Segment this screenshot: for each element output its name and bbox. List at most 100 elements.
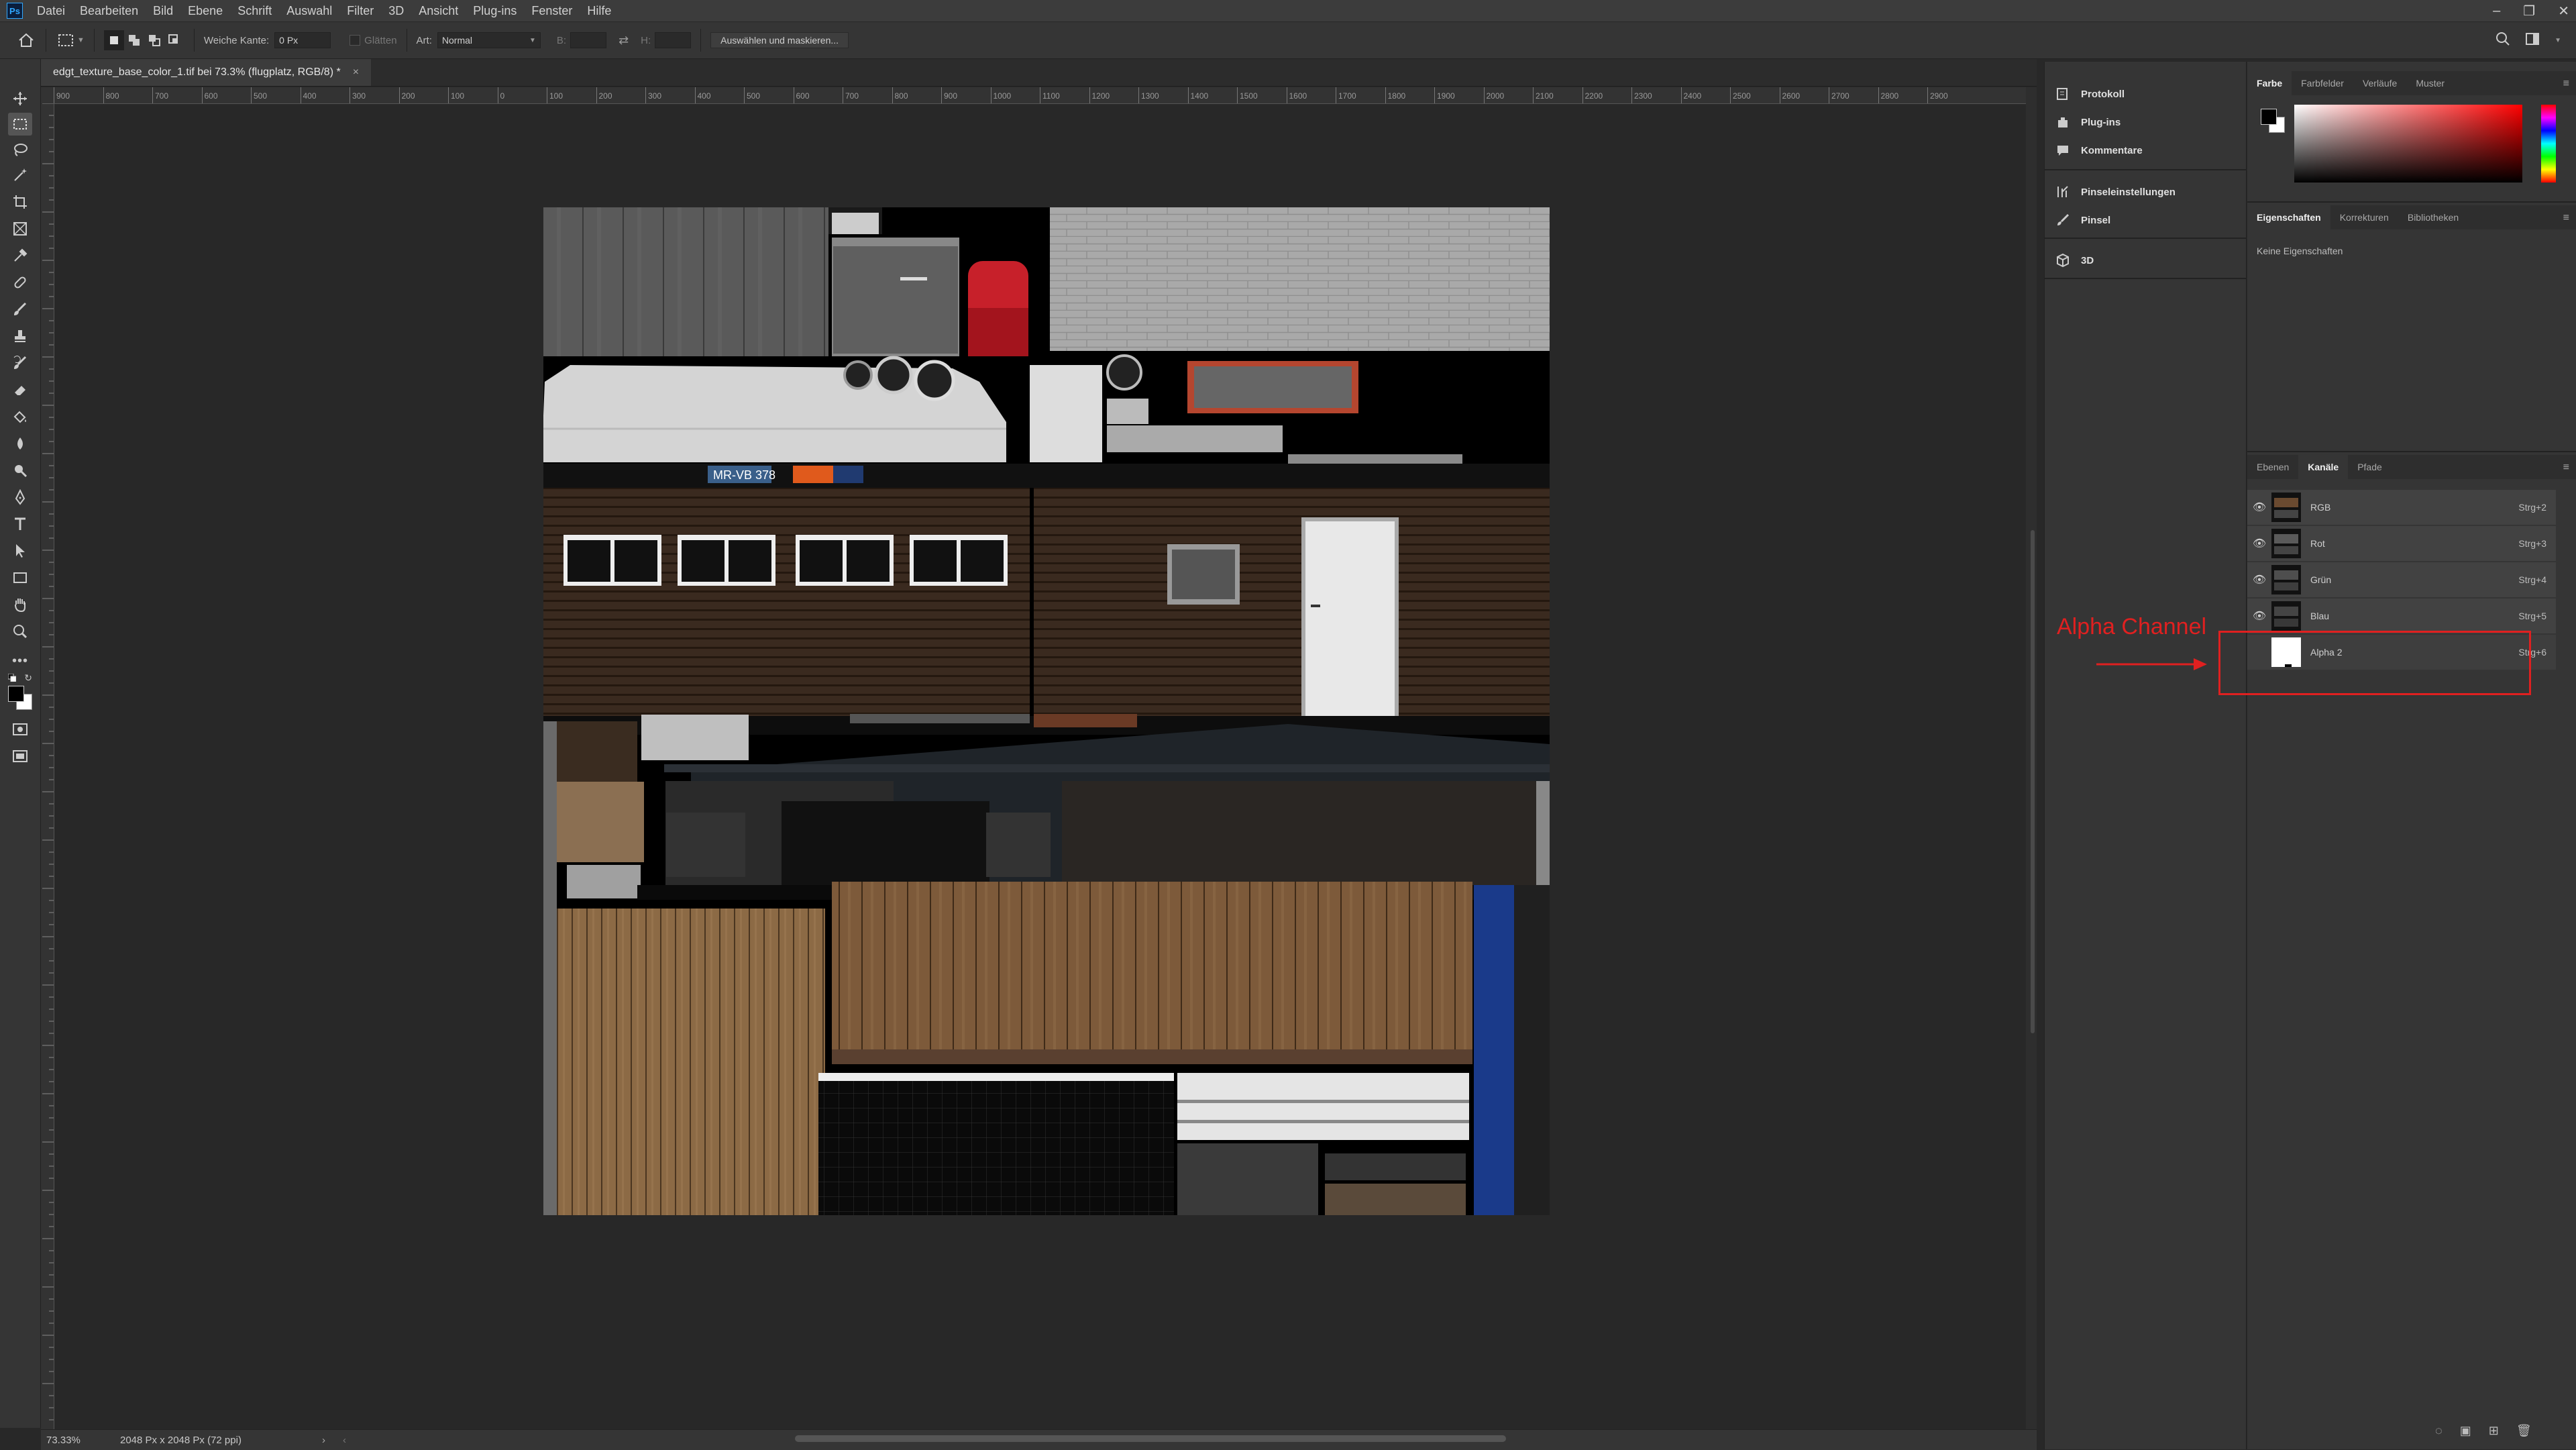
menu-filter[interactable]: Filter xyxy=(339,4,381,18)
new-selection-icon[interactable] xyxy=(103,30,124,50)
menu-bild[interactable]: Bild xyxy=(146,4,180,18)
panel-3d[interactable]: 3D xyxy=(2055,248,2094,272)
minimize-icon[interactable]: – xyxy=(2493,3,2500,19)
frame-tool-icon[interactable] xyxy=(8,217,32,240)
tab-muster[interactable]: Muster xyxy=(2406,71,2454,95)
visibility-eye-icon[interactable]: 👁 xyxy=(2247,573,2271,586)
tab-verlaeufe[interactable]: Verläufe xyxy=(2353,71,2406,95)
chevron-down-icon[interactable]: ▼ xyxy=(77,36,85,44)
width-input[interactable] xyxy=(570,32,607,48)
channel-row-rgb[interactable]: 👁 RGB Strg+2 xyxy=(2247,490,2556,526)
screen-mode-icon[interactable] xyxy=(8,745,32,768)
channel-row-blau[interactable]: 👁 Blau Strg+5 xyxy=(2247,599,2556,635)
horizontal-scrollbar-thumb[interactable] xyxy=(795,1435,1506,1442)
crop-tool-icon[interactable] xyxy=(8,191,32,213)
restore-icon[interactable]: ❐ xyxy=(2523,3,2535,19)
panel-pinsel[interactable]: Pinsel xyxy=(2055,208,2110,232)
tab-kanaele[interactable]: Kanäle xyxy=(2298,455,2349,479)
eyedropper-tool-icon[interactable] xyxy=(8,244,32,267)
lasso-tool-icon[interactable] xyxy=(8,138,32,161)
tab-farbe[interactable]: Farbe xyxy=(2247,71,2292,95)
select-and-mask-button[interactable]: Auswählen und maskieren... xyxy=(710,32,849,48)
panel-menu-icon[interactable]: ≡ xyxy=(2563,212,2569,224)
visibility-eye-icon[interactable]: 👁 xyxy=(2247,537,2271,550)
healing-brush-tool-icon[interactable] xyxy=(8,271,32,294)
photoshop-logo-icon[interactable]: Ps xyxy=(7,3,23,19)
style-select[interactable]: Normal ▼ xyxy=(437,32,541,48)
horizontal-ruler[interactable]: 900 800 700 600 500 400 300 200 100 0 100 200 300 400… xyxy=(54,87,2026,104)
vertical-ruler[interactable] xyxy=(41,103,54,1432)
tab-pfade[interactable]: Pfade xyxy=(2348,455,2392,479)
search-icon[interactable] xyxy=(2496,32,2510,49)
hue-slider[interactable] xyxy=(2541,105,2556,183)
menu-hilfe[interactable]: Hilfe xyxy=(580,4,619,18)
home-icon[interactable] xyxy=(16,30,36,50)
panel-protokoll[interactable]: Protokoll xyxy=(2055,82,2125,106)
menu-ebene[interactable]: Ebene xyxy=(180,4,230,18)
close-tab-icon[interactable]: × xyxy=(353,66,359,79)
blur-tool-icon[interactable] xyxy=(8,432,32,455)
paint-bucket-tool-icon[interactable] xyxy=(8,405,32,428)
new-channel-icon[interactable]: ⊞ xyxy=(2489,1424,2499,1438)
type-tool-icon[interactable] xyxy=(8,513,32,535)
panel-menu-icon[interactable]: ≡ xyxy=(2563,78,2569,90)
color-swatches[interactable] xyxy=(8,686,32,710)
zoom-tool-icon[interactable] xyxy=(8,620,32,643)
pen-tool-icon[interactable] xyxy=(8,486,32,509)
menu-fenster[interactable]: Fenster xyxy=(524,4,580,18)
panel-plugins[interactable]: Plug-ins xyxy=(2055,110,2121,134)
add-selection-icon[interactable] xyxy=(124,30,144,50)
quick-mask-icon[interactable] xyxy=(8,718,32,741)
dodge-tool-icon[interactable] xyxy=(8,459,32,482)
menu-auswahl[interactable]: Auswahl xyxy=(279,4,339,18)
tab-bibliotheken[interactable]: Bibliotheken xyxy=(2398,205,2468,229)
status-menu-icon[interactable]: › xyxy=(322,1435,325,1446)
move-tool-icon[interactable] xyxy=(8,87,32,110)
menu-datei[interactable]: Datei xyxy=(30,4,72,18)
visibility-eye-icon[interactable]: 👁 xyxy=(2247,501,2271,514)
channel-row-gruen[interactable]: 👁 Grün Strg+4 xyxy=(2247,562,2556,599)
canvas-area[interactable]: MR-VB 378 xyxy=(54,104,2026,1429)
menu-plugins[interactable]: Plug-ins xyxy=(466,4,524,18)
tab-eigenschaften[interactable]: Eigenschaften xyxy=(2247,205,2330,229)
menu-3d[interactable]: 3D xyxy=(381,4,411,18)
swap-colors-icon[interactable]: ↻ xyxy=(24,672,32,684)
load-selection-icon[interactable]: ◌ xyxy=(2435,1424,2443,1438)
panel-pinseleinstellungen[interactable]: Pinseleinstellungen xyxy=(2055,180,2176,204)
clone-stamp-tool-icon[interactable] xyxy=(8,325,32,348)
color-field[interactable] xyxy=(2294,105,2522,183)
panel-menu-icon[interactable]: ≡ xyxy=(2563,462,2569,474)
height-input[interactable] xyxy=(655,32,692,48)
scroll-left-icon[interactable]: ‹ xyxy=(343,1435,346,1446)
tab-korrekturen[interactable]: Korrekturen xyxy=(2330,205,2398,229)
path-selection-tool-icon[interactable] xyxy=(8,539,32,562)
swap-dimensions-icon[interactable]: ⇄ xyxy=(619,34,629,48)
soft-edge-input[interactable]: 0 Px xyxy=(274,32,331,48)
chevron-down-icon[interactable]: ▼ xyxy=(2555,37,2561,44)
brush-tool-icon[interactable] xyxy=(8,298,32,321)
antialias-checkbox[interactable] xyxy=(350,35,361,46)
eraser-tool-icon[interactable] xyxy=(8,378,32,401)
color-panel-swatches[interactable] xyxy=(2261,109,2285,133)
visibility-eye-icon[interactable]: 👁 xyxy=(2247,609,2271,623)
document-tab[interactable]: edgt_texture_base_color_1.tif bei 73.3% … xyxy=(41,59,372,86)
menu-schrift[interactable]: Schrift xyxy=(230,4,279,18)
menu-ansicht[interactable]: Ansicht xyxy=(411,4,466,18)
more-tools-icon[interactable]: ••• xyxy=(8,650,32,672)
history-brush-tool-icon[interactable] xyxy=(8,352,32,374)
document-canvas[interactable]: MR-VB 378 xyxy=(543,207,1550,1215)
magic-wand-tool-icon[interactable] xyxy=(8,164,32,187)
close-window-icon[interactable]: ✕ xyxy=(2558,3,2569,19)
marquee-preset-icon[interactable] xyxy=(56,30,76,50)
channel-row-rot[interactable]: 👁 Rot Strg+3 xyxy=(2247,526,2556,562)
menu-bearbeiten[interactable]: Bearbeiten xyxy=(72,4,146,18)
tab-farbfelder[interactable]: Farbfelder xyxy=(2292,71,2353,95)
workspace-icon[interactable] xyxy=(2525,32,2540,48)
subtract-selection-icon[interactable] xyxy=(144,30,164,50)
tab-ebenen[interactable]: Ebenen xyxy=(2247,455,2298,479)
rectangle-tool-icon[interactable] xyxy=(8,566,32,589)
save-selection-icon[interactable]: ▣ xyxy=(2460,1424,2471,1438)
zoom-level[interactable]: 73.33% xyxy=(46,1435,107,1446)
delete-channel-icon[interactable]: 🗑 xyxy=(2516,1424,2532,1438)
panel-kommentare[interactable]: Kommentare xyxy=(2055,138,2143,162)
